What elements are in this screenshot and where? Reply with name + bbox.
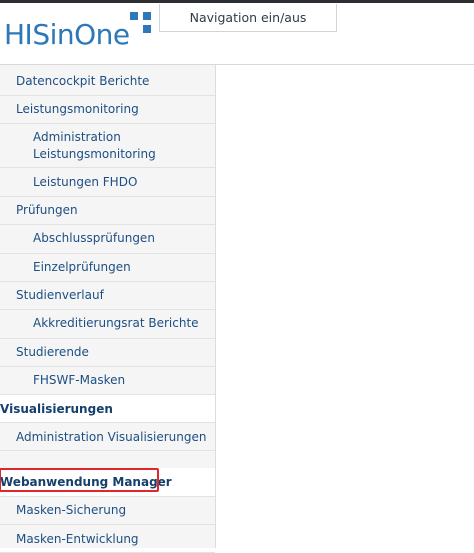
logo-squares-icon [130,12,152,34]
sidebar-item-label: Studienverlauf [16,288,104,302]
sidebar-item-label: Akkreditierungsrat Berichte [33,316,199,330]
sidebar-item-abschlusspruefungen[interactable]: Abschlussprüfungen [0,225,215,254]
sidebar-item-label: Leistungen FHDO [33,175,138,189]
main-content-area [216,65,474,548]
sidebar-item-label: Masken-Sicherung [16,503,127,517]
sidebar-item-administration-visualisierungen[interactable]: Administration Visualisierungen [0,423,215,451]
sidebar-item-studierende[interactable]: Studierende [0,339,215,367]
sidebar-item-label: Datencockpit Berichte [16,74,150,88]
sidebar-item-studienverlauf[interactable]: Studienverlauf [0,282,215,310]
sidebar-item-administration-leistungsmonitoring[interactable]: Administration Leistungsmonitoring [0,124,215,168]
sidebar-item-label: Leistungsmonitoring [16,102,139,116]
sidebar-item-datencockpit-berichte[interactable]: Datencockpit Berichte [0,67,215,96]
sidebar-item-masken-entwicklung[interactable]: Masken-Entwicklung [0,525,215,553]
app-header: HISinOne Navigation ein/aus [0,3,474,65]
sidebar-item-label: Abschlussprüfungen [33,231,155,245]
sidebar-item-leistungsmonitoring[interactable]: Leistungsmonitoring [0,96,215,124]
sidebar-item-einzelpruefungen[interactable]: Einzelprüfungen [0,254,215,282]
sidebar-item-label: Prüfungen [16,203,78,217]
sidebar-item-fhswf-masken[interactable]: FHSWF-Masken [0,367,215,395]
sidebar-item-pruefungen[interactable]: Prüfungen [0,197,215,225]
sidebar-item-label: Visualisierungen [0,402,113,416]
navigation-toggle-button[interactable]: Navigation ein/aus [159,4,337,32]
sidebar-item-label: Administration Leistungsmonitoring [33,130,156,161]
sidebar-item-label: Webanwendung Manager [0,475,172,489]
sidebar-item-label: Masken-Entwicklung [16,532,139,546]
sidebar-navigation: Datencockpit Berichte Leistungsmonitorin… [0,65,216,553]
sidebar-item-masken-sicherung[interactable]: Masken-Sicherung [0,497,215,525]
sidebar-item-leistungen-fhdo[interactable]: Leistungen FHDO [0,168,215,197]
sidebar-item-visualisierungen[interactable]: Visualisierungen [0,395,215,423]
sidebar-item-label: Studierende [16,345,89,359]
sidebar-item-label: Einzelprüfungen [33,260,131,274]
sidebar-item-label: Administration Visualisierungen [16,430,207,444]
sidebar-item-akkreditierungsrat-berichte[interactable]: Akkreditierungsrat Berichte [0,310,215,339]
sidebar-item-label: FHSWF-Masken [33,373,126,387]
hisinone-logo[interactable]: HISinOne [4,17,130,53]
sidebar-item-webanwendung-manager[interactable]: Webanwendung Manager [0,468,215,497]
